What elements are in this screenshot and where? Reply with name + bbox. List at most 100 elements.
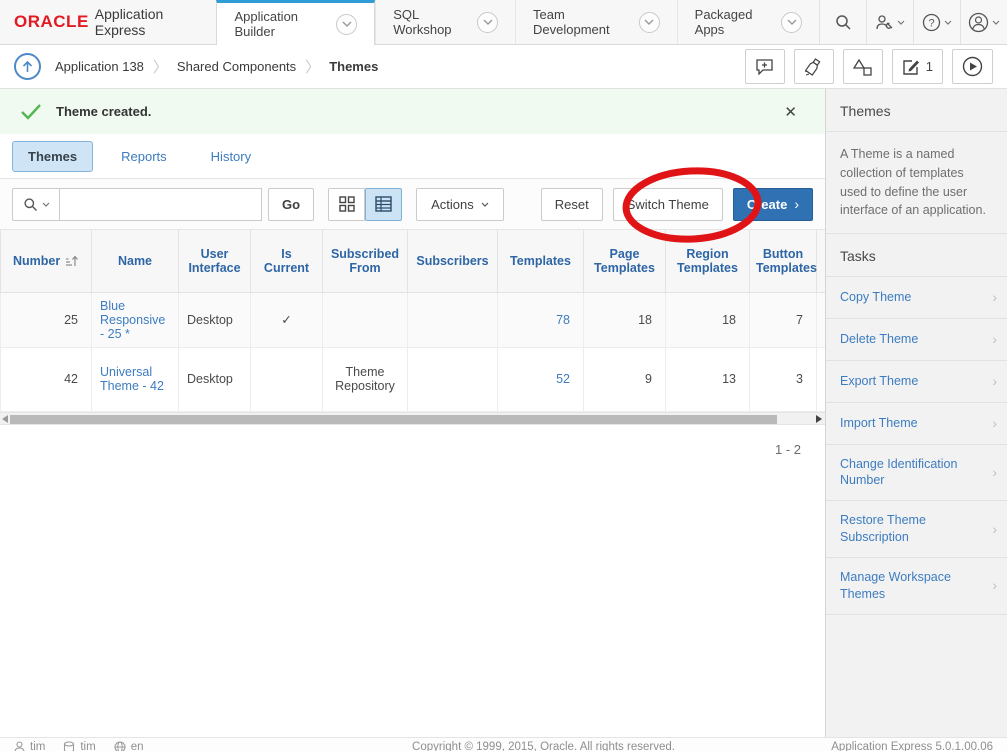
horizontal-scrollbar[interactable] xyxy=(0,412,825,425)
edit-page-button[interactable]: 1 xyxy=(892,49,943,84)
task-copy-theme[interactable]: Copy Theme› xyxy=(826,277,1007,319)
cell-region-templates: 13 xyxy=(666,347,750,411)
chevron-down-icon[interactable] xyxy=(639,12,660,33)
tab-application-builder[interactable]: Application Builder xyxy=(216,0,375,45)
help-icon[interactable]: ? xyxy=(913,0,960,44)
cell-number: 42 xyxy=(1,347,92,411)
task-restore-theme-subscription[interactable]: Restore Theme Subscription› xyxy=(826,501,1007,558)
feedback-button[interactable] xyxy=(745,49,785,84)
cell-subscribers xyxy=(408,292,498,347)
task-export-theme[interactable]: Export Theme› xyxy=(826,361,1007,403)
right-sidebar: Themes A Theme is a named collection of … xyxy=(825,89,1007,737)
column-header-user-interface[interactable]: User Interface xyxy=(179,230,251,292)
chevron-down-icon[interactable] xyxy=(781,12,802,33)
search-icon[interactable] xyxy=(819,0,866,44)
footer-session-info: tim tim en xyxy=(14,741,314,751)
top-navigation-bar: ORACLE Application Express Application B… xyxy=(0,0,1007,45)
product-name: Application Express xyxy=(95,6,201,38)
report-view-button[interactable] xyxy=(365,188,402,221)
search-icon xyxy=(23,197,38,212)
spotlight-search-button[interactable] xyxy=(794,49,834,84)
table-row: 25 Blue Responsive - 25 * Desktop ✓ 78 1… xyxy=(1,292,826,347)
oracle-apex-logo: ORACLE Application Express xyxy=(0,0,216,44)
chevron-down-icon xyxy=(42,202,50,207)
shared-components-button[interactable] xyxy=(843,49,883,84)
tab-label: Application Builder xyxy=(234,9,327,39)
search-input[interactable] xyxy=(60,188,262,221)
footer-user: tim xyxy=(14,741,45,751)
report-tabs: Themes Reports History xyxy=(0,134,825,179)
icon-view-button[interactable] xyxy=(328,188,365,221)
theme-link[interactable]: Blue Responsive - 25 * xyxy=(100,299,165,341)
column-header-subscribers[interactable]: Subscribers xyxy=(408,230,498,292)
svg-text:?: ? xyxy=(928,17,934,29)
column-header-button-templates[interactable]: Button Templates xyxy=(750,230,817,292)
column-header-region-templates[interactable]: Region Templates xyxy=(666,230,750,292)
scroll-right-arrow-icon[interactable] xyxy=(816,415,822,423)
main-nav-tabs: Application Builder SQL Workshop Team De… xyxy=(216,0,819,44)
reset-button[interactable]: Reset xyxy=(541,188,603,221)
tab-themes[interactable]: Themes xyxy=(12,141,93,172)
task-manage-workspace-themes[interactable]: Manage Workspace Themes› xyxy=(826,558,1007,615)
footer-language: en xyxy=(114,741,144,751)
cell-user-interface: Desktop xyxy=(179,347,251,411)
database-icon xyxy=(63,741,75,751)
actions-menu-button[interactable]: Actions xyxy=(416,188,504,221)
cell-subscribed-from xyxy=(323,292,408,347)
tab-team-development[interactable]: Team Development xyxy=(515,0,677,44)
tab-sql-workshop[interactable]: SQL Workshop xyxy=(375,0,515,44)
search-column-selector[interactable] xyxy=(12,188,60,221)
footer-schema-label: tim xyxy=(80,741,95,751)
tab-history[interactable]: History xyxy=(195,141,267,172)
go-button[interactable]: Go xyxy=(268,188,314,221)
chevron-down-icon[interactable] xyxy=(336,14,357,35)
interactive-report-toolbar: Go Actions Reset Switch Theme Create › xyxy=(0,179,825,230)
column-header-number[interactable]: Number xyxy=(1,230,92,292)
templates-count-link[interactable]: 52 xyxy=(556,372,570,386)
task-change-identification-number[interactable]: Change Identification Number› xyxy=(826,445,1007,502)
column-header-page-templates[interactable]: Page Templates xyxy=(584,230,666,292)
create-label: Create xyxy=(747,197,787,212)
cell-is-current: ✓ xyxy=(251,292,323,347)
column-header-name[interactable]: Name xyxy=(92,230,179,292)
administration-icon[interactable] xyxy=(866,0,913,44)
tab-reports[interactable]: Reports xyxy=(105,141,183,172)
globe-icon xyxy=(114,741,126,751)
column-header-templates[interactable]: Templates xyxy=(498,230,584,292)
cell-templates: 78 xyxy=(498,292,584,347)
scroll-left-arrow-icon[interactable] xyxy=(2,415,8,423)
chevron-down-icon[interactable] xyxy=(477,12,498,33)
account-icon[interactable] xyxy=(960,0,1007,44)
cell-user-interface: Desktop xyxy=(179,292,251,347)
column-header-subscribed-from[interactable]: Subscribed From xyxy=(323,230,408,292)
tab-label: SQL Workshop xyxy=(393,7,468,37)
breadcrumb-shared-components[interactable]: Shared Components xyxy=(173,59,300,74)
up-level-icon[interactable] xyxy=(14,53,41,80)
chevron-right-icon: › xyxy=(992,288,997,307)
breadcrumb-current-themes: Themes xyxy=(325,59,382,74)
view-toggle-group xyxy=(328,188,402,221)
scrollbar-thumb[interactable] xyxy=(10,415,777,424)
task-delete-theme[interactable]: Delete Theme› xyxy=(826,319,1007,361)
chevron-down-icon xyxy=(481,202,489,207)
oracle-wordmark: ORACLE xyxy=(14,12,89,32)
switch-theme-button[interactable]: Switch Theme xyxy=(613,188,723,221)
task-label: Import Theme xyxy=(840,415,918,432)
themes-report-table: Number Name User Interface Is Current Su… xyxy=(0,230,825,412)
tab-packaged-apps[interactable]: Packaged Apps xyxy=(677,0,819,44)
cell-clipped xyxy=(817,292,826,347)
task-label: Delete Theme xyxy=(840,331,918,348)
templates-count-link[interactable]: 78 xyxy=(556,313,570,327)
tab-label: Packaged Apps xyxy=(695,7,772,37)
run-application-button[interactable] xyxy=(952,49,993,84)
theme-link[interactable]: Universal Theme - 42 xyxy=(100,365,164,393)
column-header-is-current[interactable]: Is Current xyxy=(251,230,323,292)
cell-page-templates: 18 xyxy=(584,292,666,347)
success-message-banner: Theme created. ✕ xyxy=(0,89,825,134)
chevron-right-icon: › xyxy=(992,414,997,433)
breadcrumb-application[interactable]: Application 138 xyxy=(51,59,148,74)
task-import-theme[interactable]: Import Theme › xyxy=(826,403,1007,445)
close-icon[interactable]: ✕ xyxy=(776,99,805,125)
create-button[interactable]: Create › xyxy=(733,188,813,221)
table-row: 42 Universal Theme - 42 Desktop Theme Re… xyxy=(1,347,826,411)
